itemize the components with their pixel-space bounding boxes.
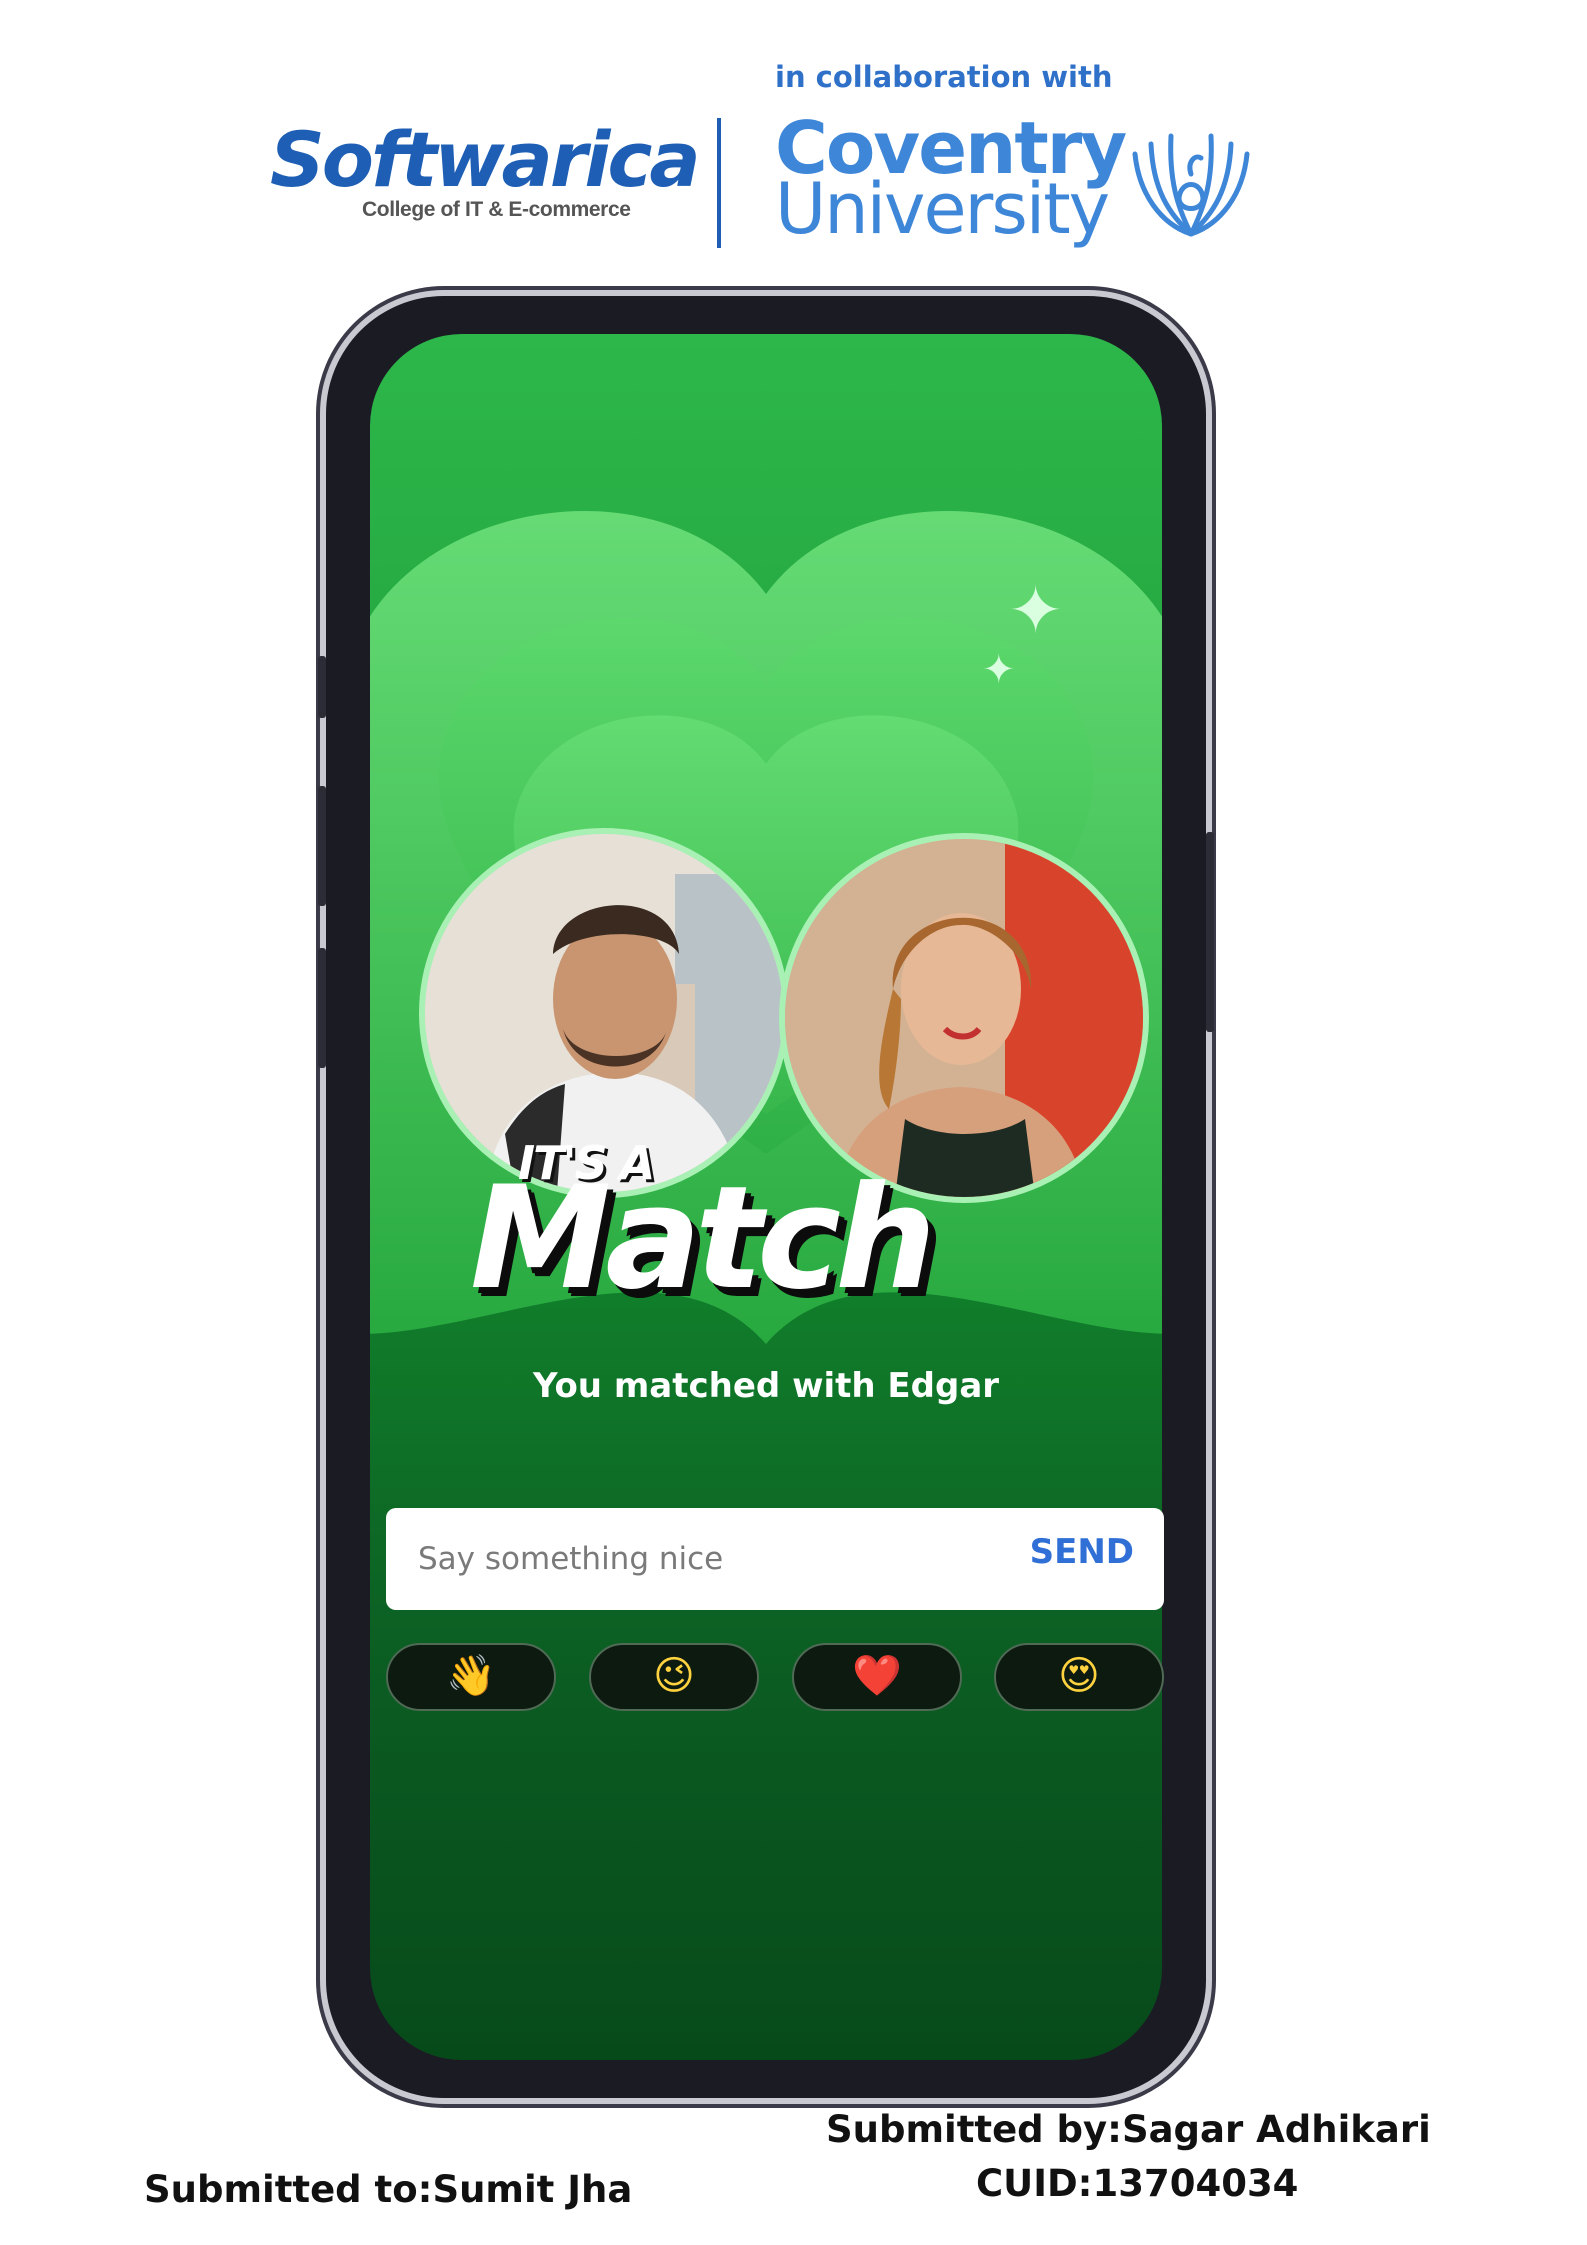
heart-eyes-emoji-button[interactable]: 😍 (994, 1643, 1164, 1711)
sparkle-icon-small: ✦ (982, 647, 1016, 693)
phoenix-icon (1132, 133, 1250, 237)
collaboration-text: in collaboration with (775, 60, 1113, 94)
submitted-by-text: Submitted by:Sagar Adhikari (826, 2108, 1431, 2151)
wave-emoji-button[interactable]: 👋 (386, 1643, 556, 1711)
woman-portrait-image (785, 839, 1143, 1197)
heart-emoji-button[interactable]: ❤️ (792, 1643, 962, 1711)
wink-emoji-button[interactable]: 😉 (589, 1643, 759, 1711)
match-subtitle: You matched with Edgar (532, 1366, 1000, 1406)
sparkle-icon-large: ✦ (1008, 572, 1064, 649)
logo-divider (717, 118, 721, 248)
softwarica-logo-name: Softwarica (270, 115, 701, 204)
submitted-to-text: Submitted to:Sumit Jha (144, 2168, 633, 2211)
cuid-text: CUID:13704034 (976, 2162, 1299, 2205)
avatar-right (779, 833, 1149, 1203)
volume-up-button (318, 786, 326, 906)
volume-silent-switch (318, 656, 326, 718)
message-input[interactable] (418, 1534, 978, 1584)
volume-down-button (318, 948, 326, 1068)
coventry-logo: Coventry University (775, 112, 1275, 262)
softwarica-logo-tagline: College of IT & E-commerce (362, 198, 631, 221)
softwarica-logo: Softwarica College of IT & E-commerce (270, 122, 701, 232)
match-title: Match (470, 1156, 936, 1321)
message-box: SEND (386, 1508, 1164, 1610)
coventry-logo-line2: University (775, 168, 1110, 250)
power-button (1206, 832, 1214, 1032)
send-button[interactable]: SEND (1030, 1532, 1134, 1572)
